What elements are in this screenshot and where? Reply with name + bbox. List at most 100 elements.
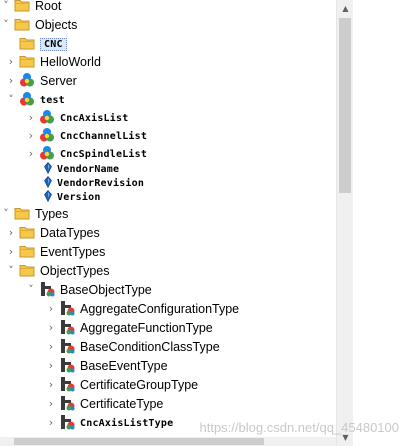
expand-arrow-icon[interactable]: › xyxy=(45,417,57,429)
object-type-icon xyxy=(59,414,75,433)
scroll-up-icon[interactable]: ▲ xyxy=(337,0,354,17)
tree-node-vendorrevision[interactable]: VendorRevision xyxy=(42,176,144,191)
vertical-scrollbar[interactable]: ▲ ▼ xyxy=(336,0,353,446)
tree-node-label: ObjectTypes xyxy=(40,264,110,278)
tree-node-cnc[interactable]: CNC xyxy=(5,35,67,53)
scrollbar-thumb[interactable] xyxy=(14,438,264,445)
object-type-icon xyxy=(59,319,75,338)
tree-node-label: BaseConditionClassType xyxy=(80,340,220,354)
folder-icon xyxy=(14,17,30,34)
expand-arrow-icon[interactable]: › xyxy=(45,360,57,372)
variable-icon xyxy=(44,162,52,177)
tree-node-root[interactable]: ˅ Root xyxy=(0,0,61,15)
object-type-icon xyxy=(39,281,55,300)
tree-node-certificategrouptype[interactable]: › CertificateGroupType xyxy=(45,376,198,394)
tree-node-label: CncChannelList xyxy=(60,130,148,142)
collapse-arrow-icon[interactable]: ˅ xyxy=(5,265,17,277)
tree-node-label: Root xyxy=(35,0,62,13)
tree-node-label: HelloWorld xyxy=(40,55,101,69)
expand-arrow-icon[interactable]: › xyxy=(45,303,57,315)
folder-icon xyxy=(19,263,35,280)
object-icon xyxy=(39,109,55,128)
collapse-arrow-icon[interactable]: ˅ xyxy=(0,19,12,31)
expand-arrow-icon[interactable]: › xyxy=(5,75,17,87)
tree-node-label: VendorRevision xyxy=(57,178,145,189)
tree-node-aggregateconfigurationtype[interactable]: › AggregateConfigurationType xyxy=(45,300,239,318)
tree-node-label: BaseEventType xyxy=(80,359,168,373)
object-icon xyxy=(19,72,35,91)
expand-arrow-icon[interactable]: › xyxy=(45,341,57,353)
tree-node-label: AggregateConfigurationType xyxy=(80,302,240,316)
expand-arrow-icon[interactable]: › xyxy=(45,379,57,391)
tree-node-baseeventtype[interactable]: › BaseEventType xyxy=(45,357,168,375)
tree-node-objecttypes[interactable]: ˅ ObjectTypes xyxy=(5,262,109,280)
tree-node-label: CertificateGroupType xyxy=(80,378,199,392)
variable-icon xyxy=(44,190,52,205)
folder-icon xyxy=(14,0,30,15)
variable-icon xyxy=(44,176,52,191)
collapse-arrow-icon[interactable]: ˅ xyxy=(0,0,12,12)
collapse-arrow-icon[interactable]: ˅ xyxy=(25,284,37,296)
expand-arrow-icon[interactable]: › xyxy=(45,398,57,410)
object-icon xyxy=(19,91,35,110)
tree-node-label: CertificateType xyxy=(80,397,164,411)
object-type-icon xyxy=(59,357,75,376)
expand-arrow-icon[interactable]: › xyxy=(25,130,37,142)
tree-node-label: CncSpindleList xyxy=(60,148,148,160)
expand-arrow-icon[interactable]: › xyxy=(5,56,17,68)
tree-node-label: Server xyxy=(40,74,77,88)
expand-arrow-icon[interactable]: › xyxy=(5,246,17,258)
object-icon xyxy=(39,145,55,164)
tree-node-label: test xyxy=(40,94,65,106)
tree-node-label: AggregateFunctionType xyxy=(80,321,213,335)
tree-node-eventtypes[interactable]: › EventTypes xyxy=(5,243,106,261)
folder-icon xyxy=(19,244,35,261)
object-type-icon xyxy=(59,338,75,357)
object-icon xyxy=(39,127,55,146)
tree-node-cncaxislist[interactable]: › CncAxisList xyxy=(25,109,128,127)
object-type-icon xyxy=(59,395,75,414)
tree-node-server[interactable]: › Server xyxy=(5,72,77,90)
tree-node-types[interactable]: ˅ Types xyxy=(0,205,68,223)
object-type-icon xyxy=(59,300,75,319)
tree-node-label: EventTypes xyxy=(40,245,106,259)
tree-node-label: Objects xyxy=(35,18,78,32)
expand-arrow-icon[interactable]: › xyxy=(45,322,57,334)
folder-icon xyxy=(14,206,30,223)
collapse-arrow-icon[interactable]: ˅ xyxy=(5,94,17,106)
tree-node-cncaxislisttype[interactable]: › CncAxisListType xyxy=(45,414,173,432)
collapse-arrow-icon[interactable]: ˅ xyxy=(0,208,12,220)
tree-node-aggregatefunctiontype[interactable]: › AggregateFunctionType xyxy=(45,319,213,337)
tree-node-label: CNC xyxy=(40,37,67,51)
horizontal-scrollbar[interactable] xyxy=(0,437,336,446)
expand-arrow-icon[interactable]: › xyxy=(25,112,37,124)
tree-node-baseobjecttype[interactable]: ˅ BaseObjectType xyxy=(25,281,152,299)
tree-node-label: Types xyxy=(35,207,69,221)
tree-node-cncchannellist[interactable]: › CncChannelList xyxy=(25,127,147,145)
tree-node-label: Version xyxy=(57,192,101,203)
watermark: https://blog.csdn.net/qq_45480100 xyxy=(199,420,400,435)
tree-node-test[interactable]: ˅ test xyxy=(5,91,65,109)
scrollbar-thumb[interactable] xyxy=(339,18,351,193)
object-type-icon xyxy=(59,376,75,395)
expand-arrow-icon[interactable]: › xyxy=(5,227,17,239)
tree-node-objects[interactable]: ˅ Objects xyxy=(0,16,77,34)
tree-node-baseconditionclasstype[interactable]: › BaseConditionClassType xyxy=(45,338,220,356)
expand-arrow-icon[interactable]: › xyxy=(25,148,37,160)
tree-node-version[interactable]: Version xyxy=(42,190,101,205)
tree-node-helloworld[interactable]: › HelloWorld xyxy=(5,53,101,71)
tree-node-vendorname[interactable]: VendorName xyxy=(42,162,119,177)
tree-node-cncspindlelist[interactable]: › CncSpindleList xyxy=(25,145,147,163)
address-space-tree[interactable]: ˅ Root ˅ Objects CNC › HelloWorld › Serv… xyxy=(0,0,336,446)
tree-node-label: VendorName xyxy=(57,164,120,175)
tree-node-label: CncAxisListType xyxy=(80,417,174,429)
folder-icon xyxy=(19,36,35,53)
folder-icon xyxy=(19,54,35,71)
tree-node-certificatetype[interactable]: › CertificateType xyxy=(45,395,163,413)
tree-node-label: CncAxisList xyxy=(60,112,129,124)
right-panel xyxy=(353,0,407,446)
tree-node-label: BaseObjectType xyxy=(60,283,152,297)
tree-node-datatypes[interactable]: › DataTypes xyxy=(5,224,100,242)
folder-icon xyxy=(19,225,35,242)
expand-arrow-icon[interactable] xyxy=(5,38,17,50)
